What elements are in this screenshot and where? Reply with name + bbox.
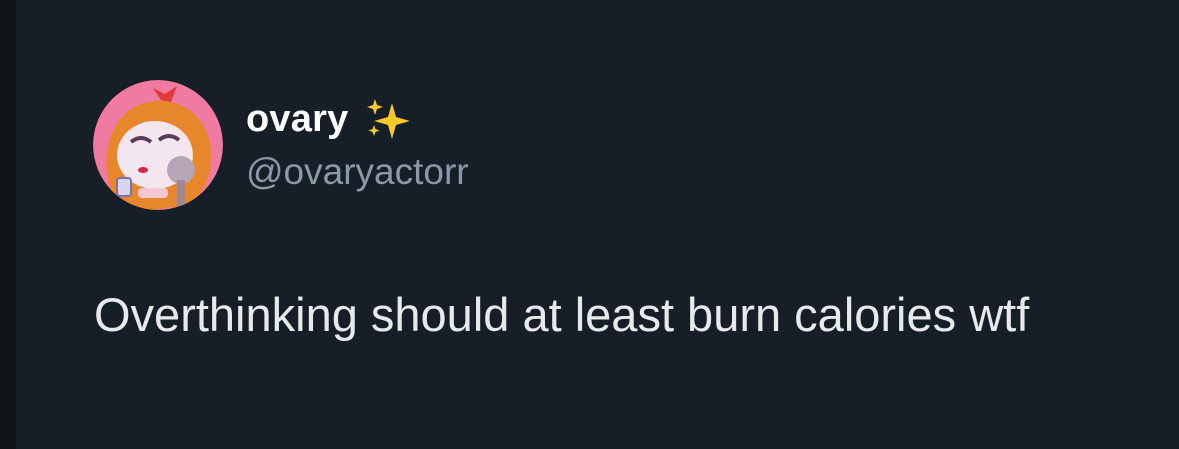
user-handle[interactable]: @ovaryactorr xyxy=(246,148,469,196)
sparkles-icon xyxy=(362,95,414,143)
display-name[interactable]: ovary xyxy=(246,95,348,143)
tweet-card: ovary @ovaryactorr Overthinking should a… xyxy=(16,0,1179,449)
cartoon-girl-avatar-icon xyxy=(93,80,223,210)
display-name-row[interactable]: ovary xyxy=(246,95,414,143)
tweet-text: Overthinking should at least burn calori… xyxy=(94,288,1030,341)
avatar[interactable] xyxy=(93,80,223,210)
